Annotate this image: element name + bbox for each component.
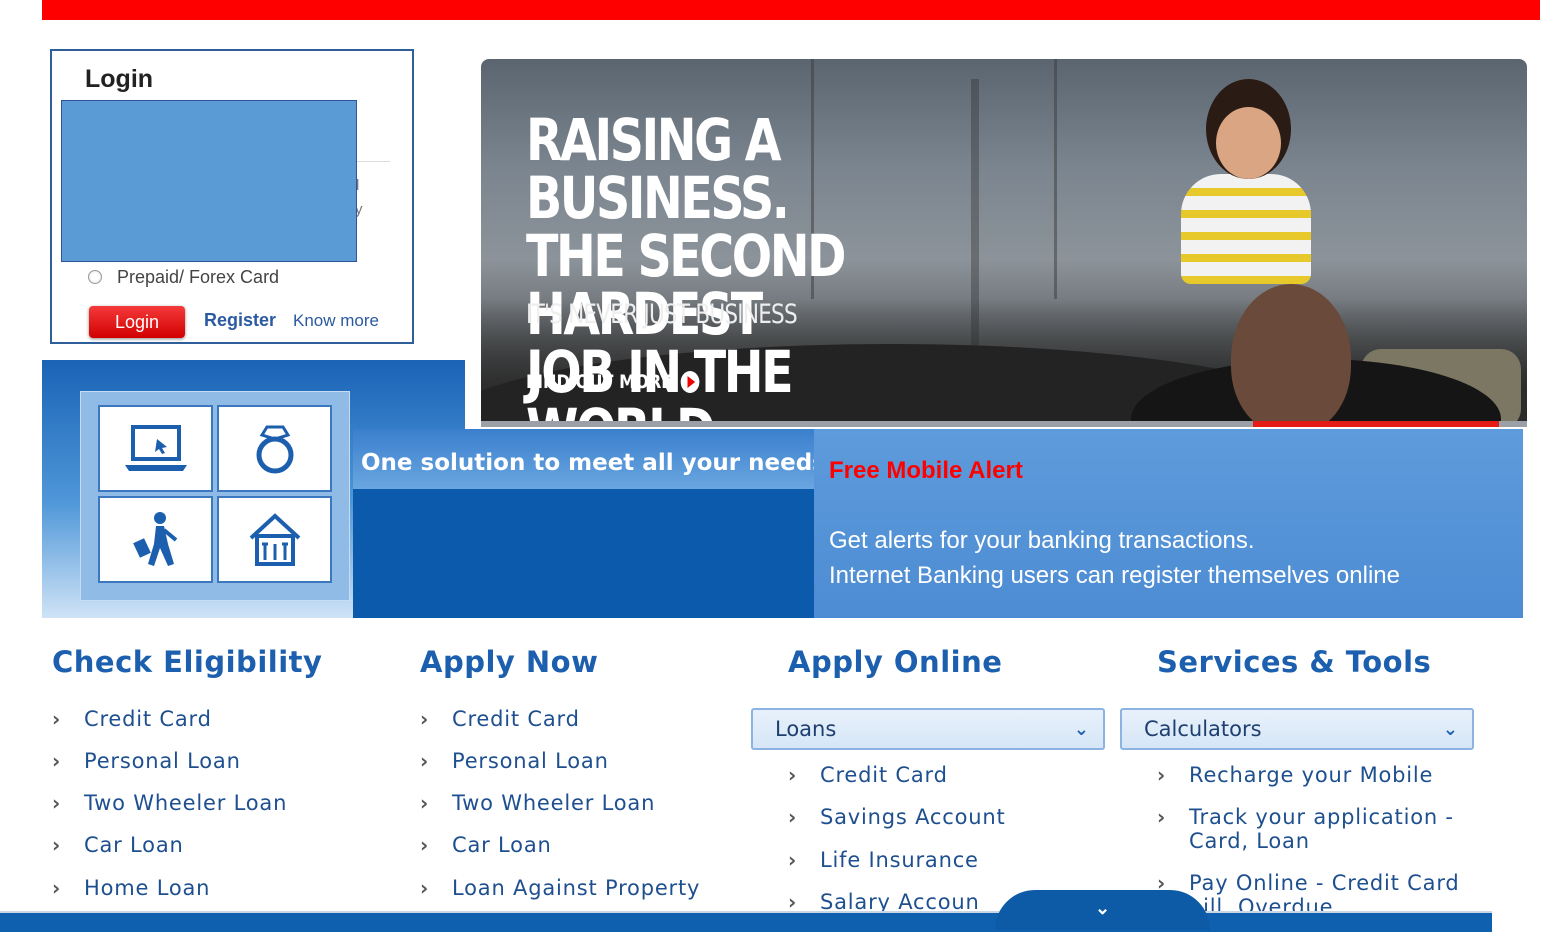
- chevron-down-icon: ⌄: [1073, 718, 1089, 740]
- hero-child-figure: [1181, 174, 1311, 284]
- list-item[interactable]: › Credit Card: [52, 707, 212, 731]
- list-item[interactable]: › Credit Card: [788, 763, 948, 787]
- alert-text: Internet Banking users can register them…: [829, 562, 1400, 589]
- hero-banner[interactable]: RAISING A BUSINESS. THE SECOND HARDEST J…: [481, 59, 1527, 423]
- list-item-label: Credit Card: [452, 707, 580, 731]
- chevron-right-icon: ›: [52, 749, 62, 773]
- play-icon: [680, 371, 700, 393]
- chevron-right-icon: ›: [52, 876, 62, 900]
- list-item[interactable]: › Credit Card: [420, 707, 580, 731]
- chevron-right-icon: ›: [420, 749, 430, 773]
- list-item-label: Recharge your Mobile: [1189, 763, 1434, 787]
- list-item[interactable]: › Car Loan: [420, 833, 552, 857]
- dropdown-value: Calculators: [1144, 717, 1262, 741]
- ring-icon: [256, 425, 293, 473]
- traveller-icon: [132, 511, 177, 566]
- login-button[interactable]: Login: [89, 306, 185, 338]
- hero-child-face: [1216, 107, 1281, 179]
- promo-blue-block: [353, 489, 814, 618]
- promo-heading: One solution to meet all your needs: [361, 450, 826, 476]
- tile-laptop[interactable]: [98, 405, 213, 492]
- list-item-label: Personal Loan: [84, 749, 241, 773]
- chevron-right-icon: ›: [52, 791, 62, 815]
- list-item-label: Two Wheeler Loan: [84, 791, 288, 815]
- loans-dropdown[interactable]: Loans ⌄: [751, 708, 1105, 750]
- service-tiles: [80, 391, 350, 601]
- hero-father-head: [1231, 284, 1351, 423]
- chevron-down-icon: ⌄: [1094, 898, 1111, 918]
- hero-headline-line: RAISING A BUSINESS.: [526, 106, 790, 232]
- check-eligibility-heading: Check Eligibility: [52, 645, 323, 679]
- chevron-right-icon: ›: [788, 805, 798, 829]
- redaction-mask: [61, 100, 357, 262]
- chevron-right-icon: ›: [52, 707, 62, 731]
- calculators-dropdown[interactable]: Calculators ⌄: [1120, 708, 1474, 750]
- bottom-bar: [0, 911, 1492, 932]
- hero-tagline: IT'S NEVER JUST BUSINESS: [526, 299, 798, 330]
- radio-prepaid-label: Prepaid/ Forex Card: [117, 267, 280, 287]
- login-panel: Login d y Prepaid/ Forex Card Login Regi…: [50, 49, 414, 344]
- find-out-more-label: FIND OUT MORE: [526, 371, 673, 393]
- login-title: Login: [85, 65, 154, 93]
- laptop-icon: [124, 424, 187, 471]
- list-item[interactable]: › Life Insurance: [788, 848, 979, 872]
- expand-tab[interactable]: ⌄: [995, 890, 1210, 930]
- list-item-label: Car Loan: [84, 833, 184, 857]
- list-item-label: Life Insurance: [820, 848, 979, 872]
- dropdown-value: Loans: [775, 717, 837, 741]
- tile-travel[interactable]: [98, 496, 213, 583]
- list-item-label: Savings Account: [820, 805, 1006, 829]
- alert-text: Get alerts for your banking transactions…: [829, 527, 1255, 554]
- chevron-right-icon: ›: [420, 833, 430, 857]
- tile-home[interactable]: [217, 496, 332, 583]
- chevron-right-icon: ›: [1157, 763, 1167, 787]
- chevron-right-icon: ›: [788, 848, 798, 872]
- list-item-label: Credit Card: [84, 707, 212, 731]
- hero-red-accent: [1253, 421, 1499, 427]
- chevron-right-icon: ›: [420, 791, 430, 815]
- list-item[interactable]: › Car Loan: [52, 833, 184, 857]
- list-item-label: Track your application - Card, Loan: [1189, 805, 1454, 853]
- chevron-right-icon: ›: [788, 763, 798, 787]
- list-item-label: Credit Card: [820, 763, 948, 787]
- list-item-label: Personal Loan: [452, 749, 609, 773]
- tile-ring[interactable]: [217, 405, 332, 492]
- list-item[interactable]: › Loan Against Property: [420, 876, 700, 900]
- register-link[interactable]: Register: [204, 310, 276, 331]
- list-item-label: Loan Against Property: [452, 876, 701, 900]
- apply-online-heading: Apply Online: [788, 645, 1003, 679]
- top-red-bar: [42, 0, 1540, 20]
- list-item[interactable]: › Two Wheeler Loan: [420, 791, 655, 815]
- list-item-label: Home Loan: [84, 876, 211, 900]
- chevron-down-icon: ⌄: [1442, 718, 1458, 740]
- know-more-link[interactable]: Know more: [293, 311, 379, 331]
- list-item-label: Car Loan: [452, 833, 552, 857]
- apply-now-heading: Apply Now: [420, 645, 599, 679]
- list-item[interactable]: › Track your application - Card, Loan: [1157, 805, 1487, 853]
- list-item[interactable]: › Two Wheeler Loan: [52, 791, 287, 815]
- chevron-right-icon: ›: [1157, 805, 1167, 829]
- chevron-right-icon: ›: [52, 833, 62, 857]
- alert-title[interactable]: Free Mobile Alert: [829, 457, 1023, 485]
- list-item[interactable]: › Personal Loan: [52, 749, 241, 773]
- list-item[interactable]: › Savings Account: [788, 805, 1006, 829]
- login-divider: [352, 161, 390, 162]
- chevron-right-icon: ›: [420, 876, 430, 900]
- list-item[interactable]: › Recharge your Mobile: [1157, 763, 1433, 787]
- chevron-right-icon: ›: [420, 707, 430, 731]
- radio-prepaid-forex[interactable]: [88, 270, 102, 284]
- list-item-label: Two Wheeler Loan: [452, 791, 656, 815]
- list-item[interactable]: › Home Loan: [52, 876, 210, 900]
- list-item[interactable]: › Personal Loan: [420, 749, 609, 773]
- services-tools-heading: Services & Tools: [1157, 645, 1432, 679]
- home-tools-icon: [249, 512, 300, 566]
- find-out-more-link[interactable]: FIND OUT MORE: [526, 371, 700, 393]
